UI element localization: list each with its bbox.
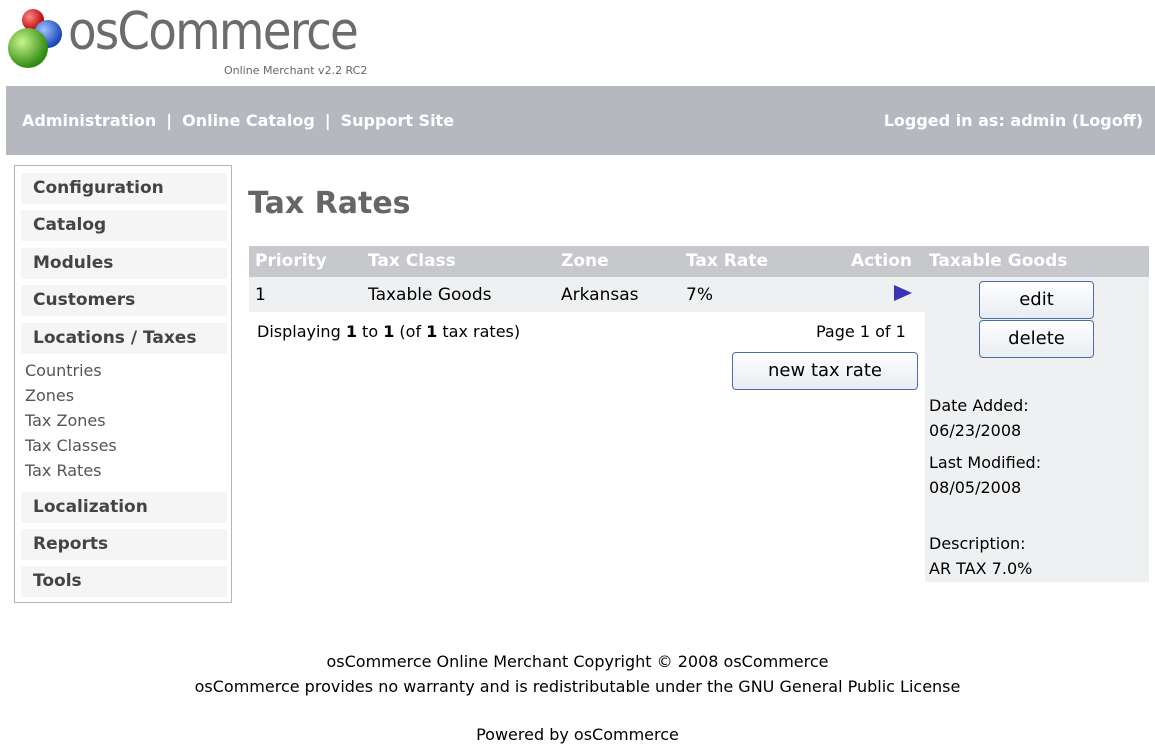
column-tax-rate: Tax Rate	[686, 251, 768, 271]
logo-version: Online Merchant v2.2 RC2	[224, 64, 368, 77]
date-added-value: 06/23/2008	[929, 421, 1022, 440]
cell-tax-rate: 7%	[686, 285, 713, 305]
delete-button[interactable]: delete	[979, 320, 1094, 358]
displaying-of-word: (of	[394, 322, 427, 341]
sidebar-item-tools[interactable]: Tools	[21, 566, 227, 597]
footer-license: osCommerce provides no warranty and is r…	[194, 677, 961, 696]
sidebar-link-zones[interactable]: Zones	[25, 383, 74, 408]
info-panel-heading: Taxable Goods	[925, 246, 1149, 277]
online-catalog-link[interactable]: Online Catalog	[182, 111, 315, 130]
oscommerce-logo[interactable]: osCommerce Online Merchant v2.2 RC2	[6, 2, 426, 82]
cell-priority: 1	[255, 285, 266, 305]
description-label: Description:	[929, 534, 1026, 553]
column-priority: Priority	[255, 251, 327, 271]
sidebar-item-modules[interactable]: Modules	[21, 248, 227, 279]
displaying-to-word: to	[356, 322, 384, 341]
sidebar-link-tax-classes[interactable]: Tax Classes	[25, 433, 117, 458]
cell-zone: Arkansas	[561, 285, 639, 305]
column-zone: Zone	[561, 251, 609, 271]
logoff-link[interactable]: (Logoff)	[1072, 111, 1143, 130]
sidebar-item-localization[interactable]: Localization	[21, 492, 227, 523]
sidebar-link-tax-rates[interactable]: Tax Rates	[25, 458, 102, 483]
table-row[interactable]: 1 Taxable Goods Arkansas 7%	[249, 277, 925, 312]
header-nav: Administration | Online Catalog | Support Si…	[22, 111, 454, 130]
info-panel: edit delete Date Added: 06/23/2008 Last …	[925, 277, 1149, 582]
displaying-count: Displaying 1 to 1 (of 1 tax rates)	[257, 322, 520, 341]
column-tax-class: Tax Class	[368, 251, 456, 271]
sidebar: Configuration Catalog Modules Customers …	[14, 165, 232, 603]
logged-in-status: Logged in as: admin (Logoff)	[884, 111, 1143, 130]
displaying-total: 1	[426, 322, 438, 341]
displaying-to: 1	[383, 322, 395, 341]
logo-wordmark: osCommerce	[68, 2, 359, 62]
cell-tax-class: Taxable Goods	[368, 285, 492, 305]
date-added-label: Date Added:	[929, 396, 1029, 415]
sidebar-item-customers[interactable]: Customers	[21, 285, 227, 316]
displaying-suffix: tax rates)	[437, 322, 521, 341]
administration-link[interactable]: Administration	[22, 111, 156, 130]
last-modified-label: Last Modified:	[929, 453, 1042, 472]
support-site-link[interactable]: Support Site	[341, 111, 454, 130]
table-header: Priority Tax Class Zone Tax Rate Action	[249, 246, 925, 277]
sidebar-item-reports[interactable]: Reports	[21, 529, 227, 560]
sidebar-item-catalog[interactable]: Catalog	[21, 210, 227, 241]
selected-arrow-icon[interactable]	[894, 285, 912, 301]
last-modified-value: 08/05/2008	[929, 478, 1022, 497]
column-action: Action	[851, 251, 912, 271]
footer-copyright: osCommerce Online Merchant Copyright © 2…	[326, 652, 829, 671]
sidebar-link-tax-zones[interactable]: Tax Zones	[25, 408, 106, 433]
header-bar: Administration | Online Catalog | Support Si…	[6, 86, 1155, 155]
footer-powered-by: Powered by osCommerce	[476, 725, 679, 744]
displaying-prefix: Displaying	[257, 322, 346, 341]
edit-button[interactable]: edit	[979, 281, 1094, 319]
page-info: Page 1 of 1	[816, 322, 906, 341]
displaying-from: 1	[345, 322, 357, 341]
header-separator: |	[166, 111, 173, 130]
new-tax-rate-button[interactable]: new tax rate	[732, 352, 918, 390]
sidebar-item-locations-taxes[interactable]: Locations / Taxes	[21, 323, 227, 354]
sidebar-link-countries[interactable]: Countries	[25, 358, 102, 383]
sidebar-item-configuration[interactable]: Configuration	[21, 173, 227, 204]
logged-in-text: Logged in as: admin	[883, 111, 1067, 130]
info-heading-text: Taxable Goods	[929, 251, 1068, 271]
logo-spheres-icon	[8, 9, 62, 68]
page-title: Tax Rates	[248, 186, 411, 221]
description-value: AR TAX 7.0%	[929, 559, 1033, 578]
header-separator: |	[324, 111, 331, 130]
